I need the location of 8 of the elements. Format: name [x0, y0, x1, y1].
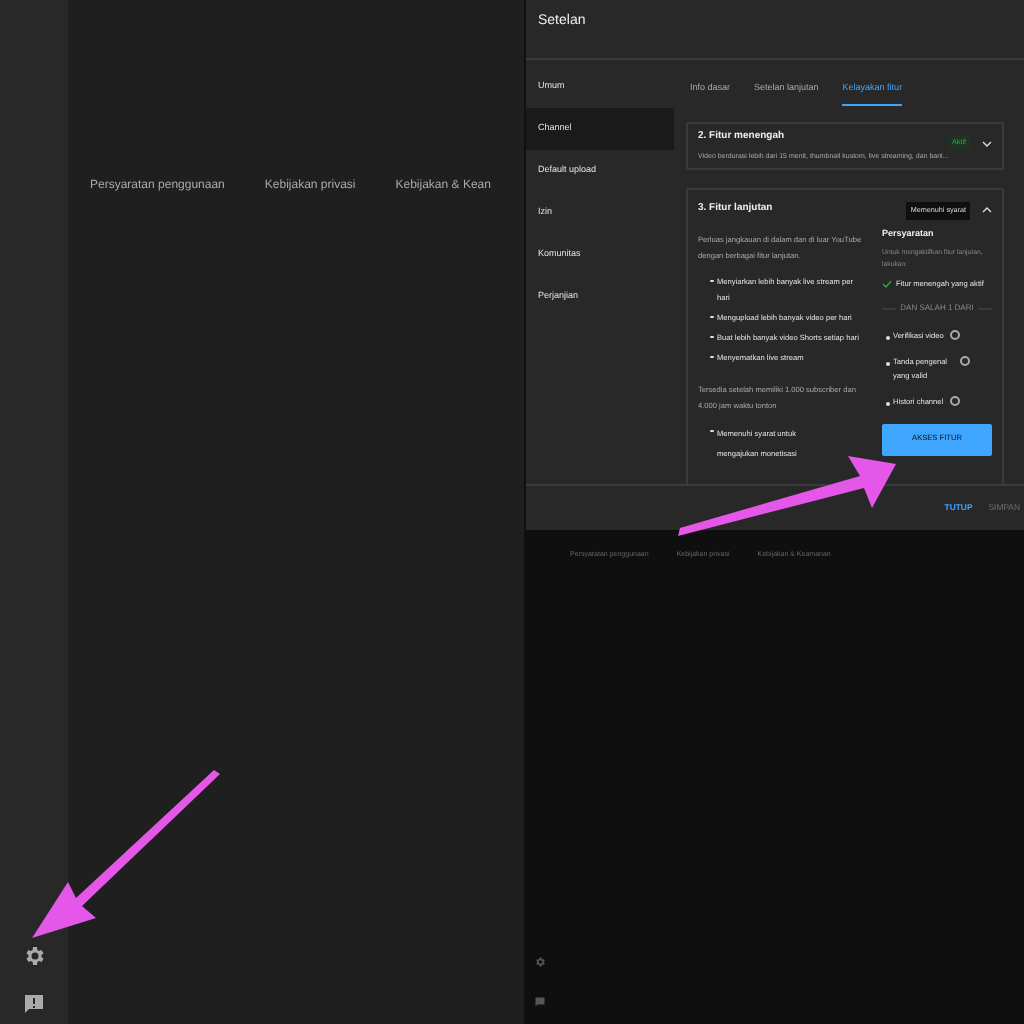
help-icon[interactable]: [949, 330, 960, 341]
feedback-icon[interactable]: [22, 992, 46, 1016]
settings-icon[interactable]: [22, 944, 46, 968]
chevron-down-icon[interactable]: [982, 139, 992, 148]
help-icon[interactable]: [949, 396, 960, 407]
check-icon: [882, 280, 892, 289]
help-icon[interactable]: [959, 356, 969, 367]
chevron-up-icon[interactable]: [982, 206, 992, 215]
